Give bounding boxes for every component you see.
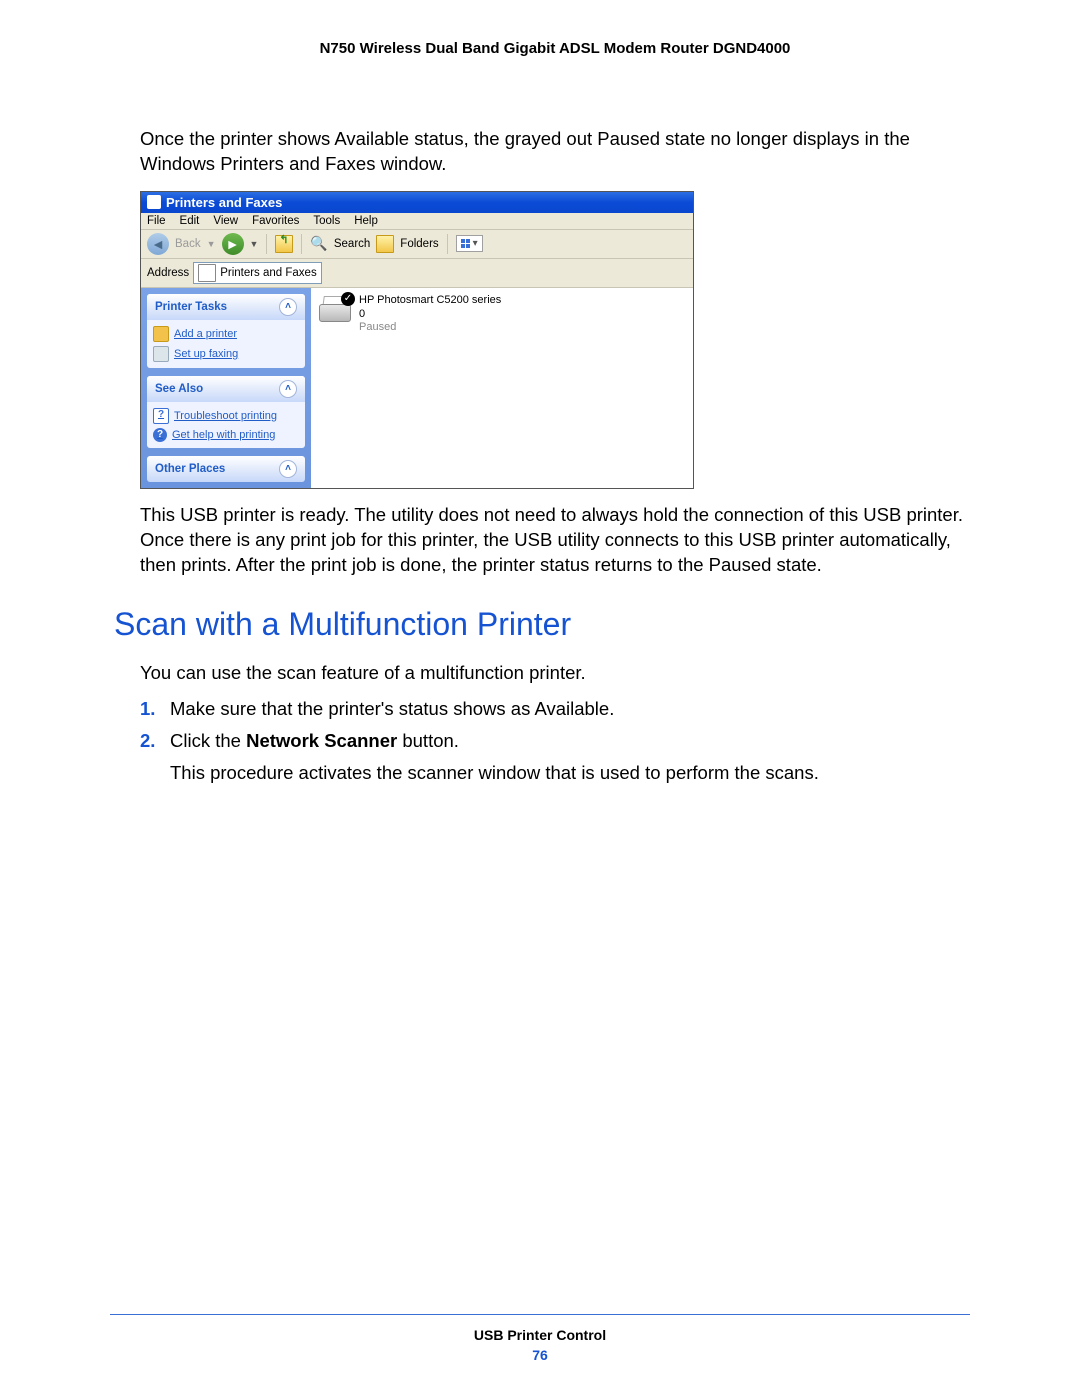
step-2: 2. Click the Network Scanner button. Thi… [140,728,970,786]
folders-icon[interactable] [376,235,394,253]
intro-paragraph: Once the printer shows Available status,… [140,127,970,177]
step-1: 1. Make sure that the printer's status s… [140,696,970,722]
collapse-icon[interactable]: ˄ [279,380,297,398]
printer-item[interactable]: HP Photosmart C5200 series 0 Paused [359,294,501,335]
menu-tools[interactable]: Tools [313,215,340,227]
explorer-sidebar: Printer Tasks ˄ Add a printer Set up fax… [141,288,311,488]
step-number: 1. [140,696,160,722]
forward-button-icon[interactable]: ► [222,233,244,255]
page-footer: USB Printer Control 76 [110,1314,970,1363]
explorer-content: ✓ HP Photosmart C5200 series 0 Paused [311,288,693,488]
step-sub-text: This procedure activates the scanner win… [170,760,970,786]
address-icon [198,264,216,282]
window-title: Printers and Faxes [166,195,282,210]
page-header-title: N750 Wireless Dual Band Gigabit ADSL Mod… [140,40,970,57]
help-icon: ? [153,428,167,442]
step-text: Make sure that the printer's status show… [170,696,970,722]
back-button-icon[interactable]: ◄ [147,233,169,255]
menu-view[interactable]: View [213,215,238,227]
link-set-up-faxing[interactable]: Set up faxing [153,344,299,364]
menu-edit[interactable]: Edit [180,215,200,227]
panel-see-also-title: See Also [155,383,203,395]
back-button-label[interactable]: Back [175,238,201,250]
link-troubleshoot-printing[interactable]: ? Troubleshoot printing [153,406,299,426]
toolbar: ◄ Back ▼ ► ▼ ↰ 🔍 Search Folders ▾ [141,230,693,259]
up-folder-icon[interactable]: ↰ [275,235,293,253]
footer-section: USB Printer Control [110,1327,970,1343]
menu-bar: File Edit View Favorites Tools Help [141,213,693,230]
collapse-icon[interactable]: ˄ [279,298,297,316]
status-badge-icon: ✓ [341,292,355,306]
menu-help[interactable]: Help [354,215,378,227]
panel-other-places-title: Other Places [155,463,225,475]
printer-icon[interactable]: ✓ [317,294,353,324]
panel-see-also: See Also ˄ ? Troubleshoot printing ? Get… [147,376,305,448]
search-icon[interactable]: 🔍 [310,235,327,252]
menu-favorites[interactable]: Favorites [252,215,299,227]
link-get-help-printing[interactable]: ? Get help with printing [153,426,299,444]
address-label: Address [147,267,189,279]
help-icon: ? [153,408,169,424]
folders-button-label[interactable]: Folders [400,238,438,250]
views-button[interactable]: ▾ [456,235,483,252]
menu-file[interactable]: File [147,215,166,227]
window-icon [147,195,161,209]
panel-printer-tasks-title: Printer Tasks [155,301,227,313]
add-printer-icon [153,326,169,342]
printers-faxes-screenshot: Printers and Faxes File Edit View Favori… [140,191,694,489]
address-bar: Address Printers and Faxes [141,259,693,288]
printer-jobs: 0 [359,308,501,322]
step-number: 2. [140,728,160,754]
usb-paragraph: This USB printer is ready. The utility d… [140,503,970,578]
section-intro: You can use the scan feature of a multif… [140,661,970,686]
window-titlebar: Printers and Faxes [141,192,693,213]
address-value: Printers and Faxes [220,267,317,279]
address-field[interactable]: Printers and Faxes [193,262,322,284]
printer-name: HP Photosmart C5200 series [359,294,501,308]
footer-page-number: 76 [110,1347,970,1363]
step-text: Click the Network Scanner button. This p… [170,728,970,786]
section-heading: Scan with a Multifunction Printer [114,606,970,643]
panel-printer-tasks: Printer Tasks ˄ Add a printer Set up fax… [147,294,305,368]
search-button-label[interactable]: Search [334,238,370,250]
fax-icon [153,346,169,362]
link-add-printer[interactable]: Add a printer [153,324,299,344]
panel-other-places: Other Places ˄ [147,456,305,482]
collapse-icon[interactable]: ˄ [279,460,297,478]
steps-list: 1. Make sure that the printer's status s… [140,696,970,786]
printer-status: Paused [359,321,501,335]
